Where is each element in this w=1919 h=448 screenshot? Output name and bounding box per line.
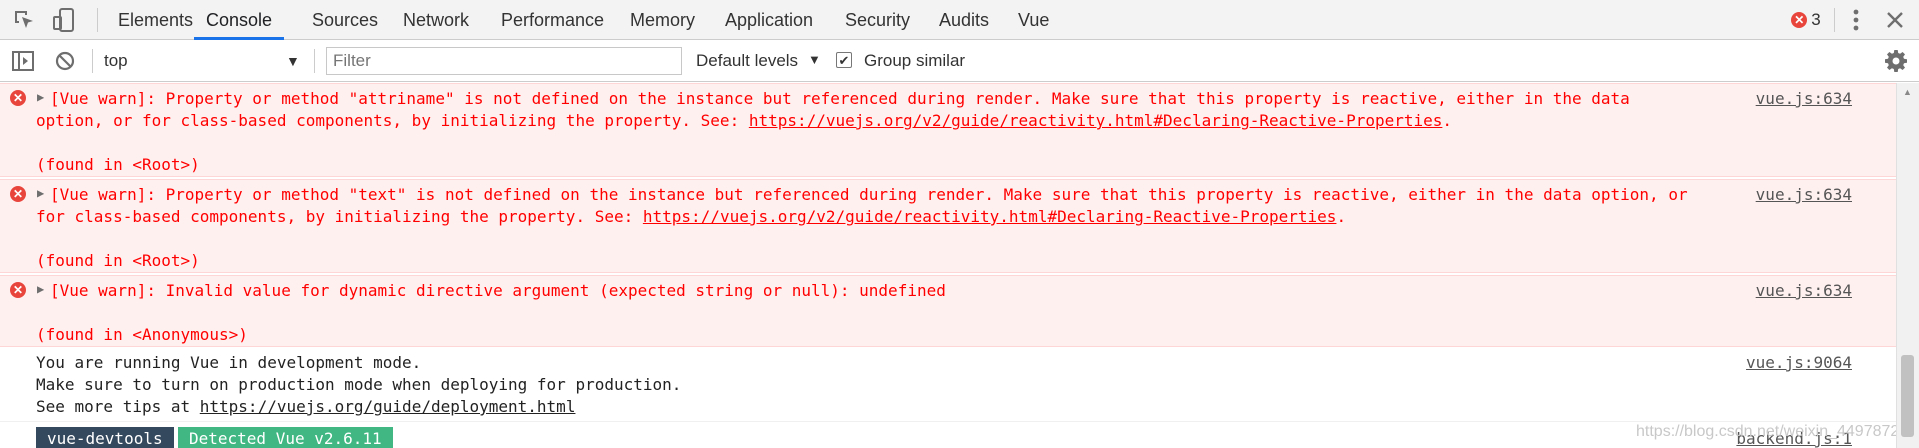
toolbar-divider-2 xyxy=(314,49,315,73)
log-text-line1: You are running Vue in development mode. xyxy=(36,353,422,372)
devtools-tabbar: Elements Console Sources Network Perform… xyxy=(0,0,1919,40)
device-toolbar-icon[interactable] xyxy=(50,0,78,40)
expand-triangle-icon[interactable]: ▶ xyxy=(37,90,44,104)
console-messages: ✕ ▶ [Vue warn]: Property or method "attr… xyxy=(0,83,1896,448)
error-icon: ✕ xyxy=(10,186,26,202)
console-error-message: ✕ ▶ [Vue warn]: Property or method "attr… xyxy=(0,83,1896,177)
tab-performance[interactable]: Performance xyxy=(501,0,604,40)
error-icon: ✕ xyxy=(10,90,26,106)
clear-console-icon[interactable] xyxy=(52,40,78,82)
console-sidebar-icon[interactable] xyxy=(10,40,36,82)
tab-console[interactable]: Console xyxy=(194,0,285,40)
scrollbar-thumb[interactable] xyxy=(1901,355,1914,437)
error-text: [Vue warn]: Property or method "text" is… xyxy=(50,185,1688,204)
found-in-text: (found in <Root>) xyxy=(36,155,200,174)
error-icon: ✕ xyxy=(1791,12,1808,28)
more-vertical-icon[interactable] xyxy=(1844,0,1868,40)
tabbar-divider-right xyxy=(1834,8,1835,32)
console-scrollbar[interactable]: ▲ xyxy=(1896,83,1919,448)
log-levels-dropdown[interactable]: Default levels xyxy=(696,40,798,82)
tab-sources[interactable]: Sources xyxy=(312,0,378,40)
devtools-badge: vue-devtools xyxy=(36,427,174,448)
tab-elements[interactable]: Elements xyxy=(118,0,193,40)
gear-icon[interactable] xyxy=(1882,40,1910,82)
error-text-line2: for class-based components, by initializ… xyxy=(36,207,643,226)
levels-chevron-down-icon[interactable]: ▼ xyxy=(808,40,821,82)
error-icon: ✕ xyxy=(10,282,26,298)
log-text-line3: See more tips at xyxy=(36,397,200,416)
source-link[interactable]: vue.js:634 xyxy=(1756,280,1852,302)
tab-security[interactable]: Security xyxy=(845,0,910,40)
error-text-end: . xyxy=(1442,111,1453,130)
watermark: https://blog.csdn.net/weixin_44978728 xyxy=(1636,423,1896,440)
found-in-text: (found in <Root>) xyxy=(36,251,200,270)
toolbar-divider xyxy=(92,49,93,73)
console-log-message: You are running Vue in development mode.… xyxy=(0,349,1896,422)
tab-memory[interactable]: Memory xyxy=(630,0,695,40)
console-log-message: vue-devtools Detected Vue v2.6.11 backen… xyxy=(0,423,1896,448)
tab-network[interactable]: Network xyxy=(403,0,469,40)
tab-vue[interactable]: Vue xyxy=(1018,0,1049,40)
source-link[interactable]: vue.js:9064 xyxy=(1746,352,1852,374)
scroll-up-icon[interactable]: ▲ xyxy=(1903,87,1912,97)
error-text: [Vue warn]: Property or method "attrinam… xyxy=(50,89,1630,108)
version-badge: Detected Vue v2.6.11 xyxy=(178,427,393,448)
group-similar-label: Group similar xyxy=(864,51,966,70)
expand-triangle-icon[interactable]: ▶ xyxy=(37,186,44,200)
reactivity-docs-link[interactable]: https://vuejs.org/v2/guide/reactivity.ht… xyxy=(749,111,1443,130)
console-toolbar: top ▼ Default levels ▼ ✔ Group similar xyxy=(0,40,1919,82)
tab-application[interactable]: Application xyxy=(725,0,813,40)
filter-input[interactable] xyxy=(326,47,682,75)
tabbar-divider xyxy=(97,8,98,32)
error-text-line2: option, or for class-based components, b… xyxy=(36,111,749,130)
log-text-line2: Make sure to turn on production mode whe… xyxy=(36,375,682,394)
expand-triangle-icon[interactable]: ▶ xyxy=(37,282,44,296)
context-selector[interactable]: top xyxy=(104,40,128,82)
inspect-element-icon[interactable] xyxy=(10,0,38,40)
console-error-message: ✕ ▶ [Vue warn]: Invalid value for dynami… xyxy=(0,275,1896,347)
source-link[interactable]: vue.js:634 xyxy=(1756,88,1852,110)
found-in-text: (found in <Anonymous>) xyxy=(36,325,248,344)
deployment-docs-link[interactable]: https://vuejs.org/guide/deployment.html xyxy=(200,397,576,416)
close-icon[interactable] xyxy=(1880,0,1910,40)
group-similar-checkbox[interactable]: ✔ xyxy=(836,52,852,68)
error-count: 3 xyxy=(1811,10,1821,29)
error-text-end: . xyxy=(1336,207,1347,226)
chevron-down-icon[interactable]: ▼ xyxy=(286,40,300,82)
error-counter[interactable]: ✕ 3 xyxy=(1786,0,1826,40)
tab-audits[interactable]: Audits xyxy=(939,0,989,40)
error-text: [Vue warn]: Invalid value for dynamic di… xyxy=(50,281,946,300)
console-error-message: ✕ ▶ [Vue warn]: Property or method "text… xyxy=(0,179,1896,273)
reactivity-docs-link[interactable]: https://vuejs.org/v2/guide/reactivity.ht… xyxy=(643,207,1337,226)
source-link[interactable]: vue.js:634 xyxy=(1756,184,1852,206)
